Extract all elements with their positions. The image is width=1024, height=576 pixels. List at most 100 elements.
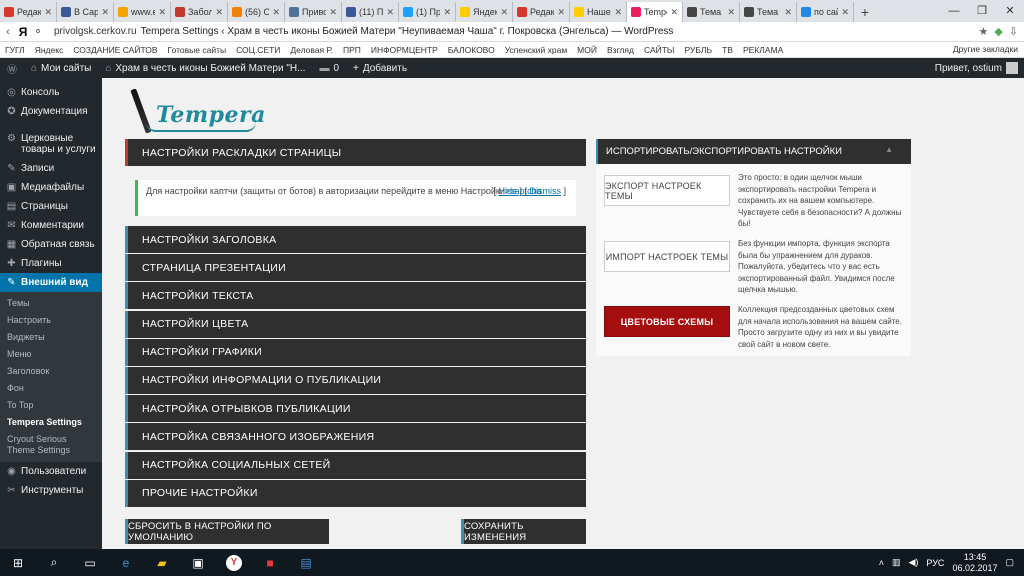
- save-changes-button[interactable]: СОХРАНИТЬ ИЗМЕНЕНИЯ: [461, 519, 586, 544]
- page-title-in-address[interactable]: Tempera Settings ‹ Храм в честь иконы Бо…: [141, 26, 674, 37]
- user-menu[interactable]: Привет, ostium: [935, 58, 1018, 78]
- settings-section-header[interactable]: ПРОЧИЕ НАСТРОЙКИ: [125, 479, 586, 507]
- collapse-arrow-icon[interactable]: ▲: [885, 145, 893, 154]
- submenu-item[interactable]: Cryout Serious Theme Settings: [0, 431, 102, 459]
- add-new-button[interactable]: + Добавить: [346, 58, 414, 78]
- sidebar-item[interactable]: ✉ Комментарии: [0, 216, 102, 235]
- my-sites-button[interactable]: ⌂ Мои сайты: [24, 58, 98, 78]
- reset-defaults-button[interactable]: СБРОСИТЬ В НАСТРОЙКИ ПО УМОЛЧАНИЮ: [125, 519, 329, 544]
- new-tab-button[interactable]: +: [854, 2, 876, 22]
- browser-tab[interactable]: www.engi✕: [114, 2, 171, 22]
- submenu-item[interactable]: Заголовок: [0, 363, 102, 380]
- submenu-item[interactable]: Виджеты: [0, 329, 102, 346]
- sidebar-item[interactable]: ◎ Консоль: [0, 83, 102, 102]
- language-indicator[interactable]: РУС: [926, 558, 944, 568]
- app-red-icon[interactable]: ■: [252, 549, 288, 576]
- sidebar-item[interactable]: ▣ Медиафайлы: [0, 178, 102, 197]
- settings-section-header[interactable]: НАСТРОЙКИ ГРАФИКИ: [125, 338, 586, 366]
- notifications-icon[interactable]: ▢: [1005, 557, 1014, 568]
- site-name-button[interactable]: ⌂ Храм в честь иконы Божией Матери "Н...: [98, 58, 312, 78]
- bookmark-item[interactable]: Яндекс: [30, 45, 69, 55]
- close-tab-icon[interactable]: ✕: [443, 7, 451, 18]
- close-tab-icon[interactable]: ✕: [386, 7, 394, 18]
- sidebar-item[interactable]: ✎ Записи: [0, 159, 102, 178]
- close-tab-icon[interactable]: ✕: [101, 7, 109, 18]
- start-button[interactable]: ⊞: [0, 549, 36, 576]
- browser-tab[interactable]: Тема Tem✕: [683, 2, 740, 22]
- export-settings-button[interactable]: ЭКСПОРТ НАСТРОЕК ТЕМЫ: [604, 175, 730, 206]
- app-blue-icon[interactable]: ▤: [288, 549, 324, 576]
- volume-icon[interactable]: ◀): [908, 557, 918, 568]
- browser-tab[interactable]: Заболев✕: [171, 2, 228, 22]
- task-view-icon[interactable]: ▭: [72, 549, 108, 576]
- close-tab-icon[interactable]: ✕: [614, 7, 622, 18]
- bookmark-item[interactable]: РУБЛЬ: [679, 45, 717, 55]
- network-icon[interactable]: ▥: [892, 557, 901, 568]
- settings-section-header[interactable]: НАСТРОЙКИ ЦВЕТА: [125, 310, 586, 338]
- hide-link[interactable]: Hide: [498, 186, 517, 196]
- edge-icon[interactable]: e: [108, 549, 144, 576]
- browser-tab[interactable]: (1) Прив✕: [399, 2, 456, 22]
- bookmark-item[interactable]: САЙТЫ: [639, 45, 679, 55]
- browser-tab[interactable]: Наше сл✕: [570, 2, 627, 22]
- close-tab-icon[interactable]: ✕: [670, 7, 678, 18]
- close-tab-icon[interactable]: ✕: [272, 7, 280, 18]
- close-tab-icon[interactable]: ✕: [727, 7, 735, 18]
- bookmark-item[interactable]: СОЗДАНИЕ САЙТОВ: [68, 45, 162, 55]
- settings-section-header[interactable]: НАСТРОЙКИ ИНФОРМАЦИИ О ПУБЛИКАЦИИ: [125, 366, 586, 394]
- settings-section-header[interactable]: СТРАНИЦА ПРЕЗЕНТАЦИИ: [125, 254, 586, 282]
- close-tab-icon[interactable]: ✕: [557, 7, 565, 18]
- bookmark-item[interactable]: РЕКЛАМА: [738, 45, 788, 55]
- bookmark-item[interactable]: ПРП: [338, 45, 366, 55]
- close-tab-icon[interactable]: ✕: [44, 7, 52, 18]
- sidebar-item[interactable]: ▦ Обратная связь: [0, 235, 102, 254]
- sidebar-item[interactable]: ✚ Плагины: [0, 254, 102, 273]
- minimize-icon[interactable]: —: [940, 0, 968, 22]
- close-tab-icon[interactable]: ✕: [215, 7, 223, 18]
- submenu-item[interactable]: To Top: [0, 397, 102, 414]
- bookmark-item[interactable]: Готовые сайты: [163, 45, 232, 55]
- store-icon[interactable]: ▣: [180, 549, 216, 576]
- sidebar-item[interactable]: ✪ Документация: [0, 102, 102, 121]
- close-tab-icon[interactable]: ✕: [158, 7, 166, 18]
- bookmark-item[interactable]: СОЦ.СЕТИ: [231, 45, 285, 55]
- sidebar-item-appearance[interactable]: ✎ Внешний вид: [0, 273, 102, 292]
- bookmark-item[interactable]: ГУГЛ: [0, 45, 30, 55]
- bookmark-item[interactable]: Успенский храм: [500, 45, 572, 55]
- settings-section-header[interactable]: НАСТРОЙКА СВЯЗАННОГО ИЗОБРАЖЕНИЯ: [125, 423, 586, 451]
- bookmark-star-icon[interactable]: ★: [978, 25, 988, 38]
- sidebar-item[interactable]: ◉ Пользователи: [0, 462, 102, 481]
- bookmark-item[interactable]: Деловая Р.: [285, 45, 338, 55]
- bookmark-item[interactable]: БАЛОКОВО: [443, 45, 500, 55]
- submenu-item[interactable]: Настроить: [0, 312, 102, 329]
- close-window-icon[interactable]: ✕: [996, 0, 1024, 22]
- browser-tab[interactable]: Тема Tem✕: [740, 2, 797, 22]
- sidebar-item[interactable]: ✂ Инструменты: [0, 481, 102, 500]
- submenu-item[interactable]: Tempera Settings: [0, 414, 102, 431]
- tray-arrow-icon[interactable]: ˄: [879, 558, 884, 568]
- browser-tab[interactable]: Яндекс.К✕: [456, 2, 513, 22]
- back-icon[interactable]: ‹: [0, 26, 16, 38]
- shield-icon[interactable]: ◆: [994, 25, 1002, 38]
- bookmark-item[interactable]: ТВ: [717, 45, 738, 55]
- browser-tab[interactable]: В Сарато✕: [57, 2, 114, 22]
- settings-section-header[interactable]: НАСТРОЙКА СОЦИАЛЬНЫХ СЕТЕЙ: [125, 451, 586, 479]
- clock[interactable]: 13:45 06.02.2017: [952, 552, 997, 574]
- other-bookmarks[interactable]: Другие закладки: [953, 44, 1018, 54]
- file-explorer-icon[interactable]: ▰: [144, 549, 180, 576]
- settings-section-header[interactable]: НАСТРОЙКИ ЗАГОЛОВКА: [125, 226, 586, 253]
- settings-section-header[interactable]: НАСТРОЙКА ОТРЫВКОВ ПУБЛИКАЦИИ: [125, 395, 586, 423]
- close-tab-icon[interactable]: ✕: [329, 7, 337, 18]
- browser-tab[interactable]: (11) При✕: [342, 2, 399, 22]
- submenu-item[interactable]: Фон: [0, 380, 102, 397]
- yandex-logo-icon[interactable]: Я: [16, 25, 30, 39]
- browser-tab[interactable]: (56) Одн✕: [228, 2, 285, 22]
- url-host[interactable]: privolgsk.cerkov.ru: [46, 26, 141, 37]
- bookmark-item[interactable]: Взгляд: [602, 45, 639, 55]
- layout-settings-section[interactable]: НАСТРОЙКИ РАСКЛАДКИ СТРАНИЦЫ: [125, 139, 586, 166]
- close-tab-icon[interactable]: ✕: [784, 7, 792, 18]
- browser-tab[interactable]: Привол✕: [285, 2, 342, 22]
- sidebar-item[interactable]: ▤ Страницы: [0, 197, 102, 216]
- browser-tab[interactable]: по сайту✕: [797, 2, 854, 22]
- browser-tab[interactable]: Редактир✕: [0, 2, 57, 22]
